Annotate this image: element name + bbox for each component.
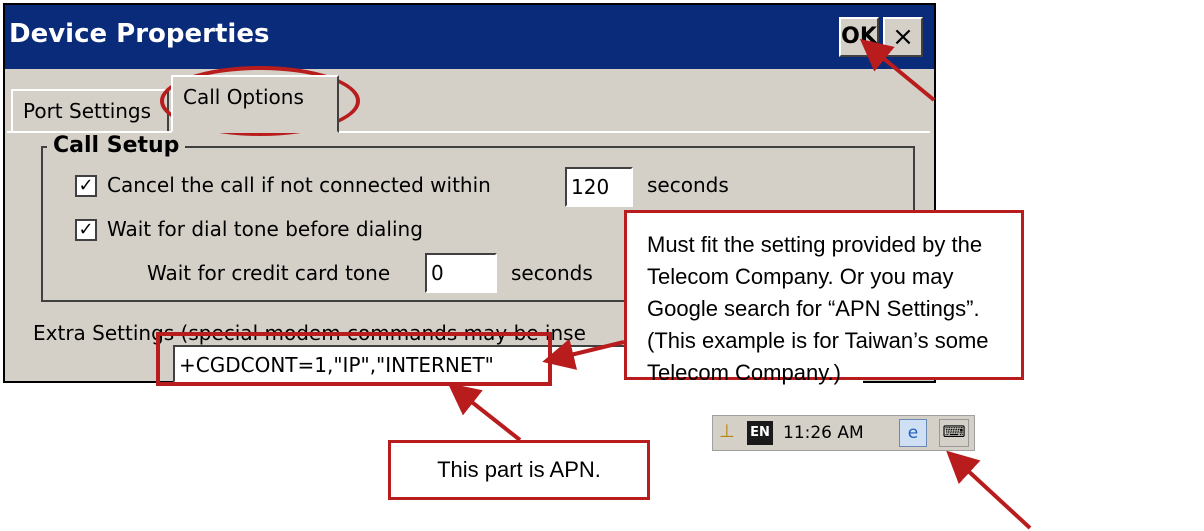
clock[interactable]: 11:26 AM [783, 423, 864, 443]
taskbar-tray: ⊥ EN 11:26 AM e ⌨ [712, 415, 975, 451]
ie-icon[interactable]: e [899, 419, 927, 447]
language-indicator[interactable]: EN [747, 421, 773, 445]
network-icon[interactable]: ⊥ [719, 421, 741, 443]
arrow-from-apn-callout [447, 383, 522, 442]
keyboard-icon[interactable]: ⌨ [939, 419, 969, 447]
arrow-to-ok-button [859, 38, 936, 102]
arrow-to-keyboard-icon [946, 450, 1032, 530]
arrow-to-apn-value [542, 338, 625, 370]
tab-call-options[interactable]: Call Options [171, 75, 339, 133]
